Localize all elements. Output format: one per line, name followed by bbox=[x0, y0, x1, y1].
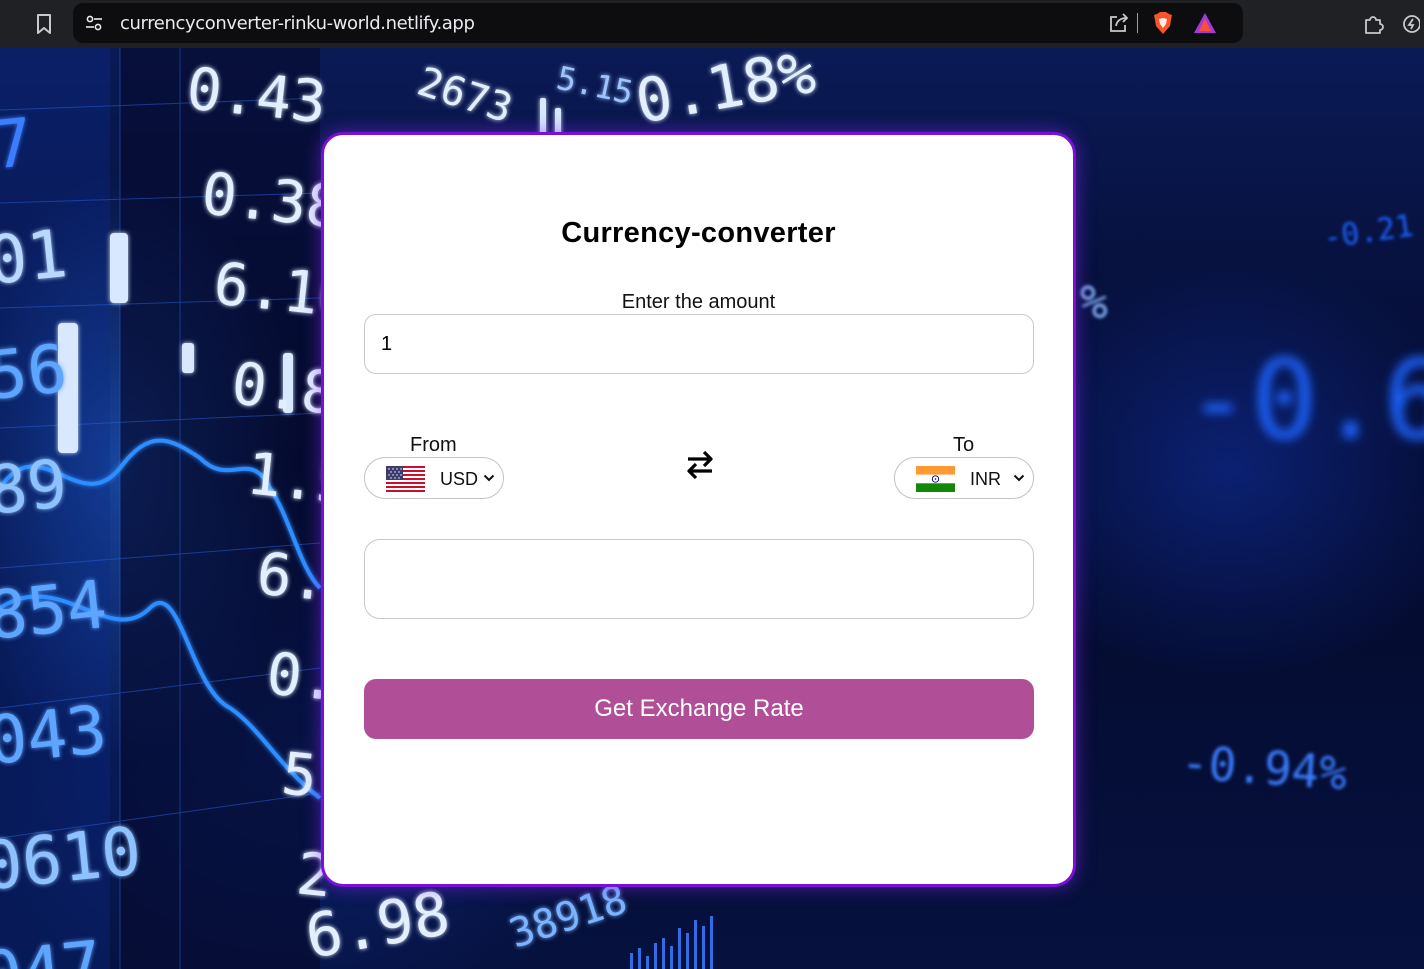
brave-rewards-icon[interactable] bbox=[1193, 12, 1217, 34]
converter-card: Currency-converter Enter the amount From… bbox=[321, 132, 1076, 887]
ticker-number: 38918 bbox=[504, 877, 633, 958]
ticker-number: 6. bbox=[254, 539, 331, 614]
extensions-icon[interactable] bbox=[1361, 12, 1385, 36]
volume-bars bbox=[630, 916, 713, 969]
swap-arrows-icon[interactable] bbox=[684, 448, 716, 482]
ticker-number: -0.21 bbox=[1321, 209, 1415, 256]
india-flag-icon bbox=[916, 466, 955, 492]
ticker-number: 01 bbox=[0, 215, 71, 300]
ticker-number: 56 bbox=[0, 330, 71, 415]
ticker-numbers-blurred: -0.21 % -0.6 -0.94% bbox=[1080, 209, 1424, 801]
speedreader-icon[interactable] bbox=[1400, 12, 1420, 36]
exchange-result-box bbox=[364, 539, 1034, 619]
amount-input[interactable] bbox=[364, 314, 1034, 374]
ticker-number: 2673 bbox=[412, 59, 518, 133]
brave-shields-icon[interactable] bbox=[1151, 11, 1175, 35]
to-currency-code: INR bbox=[970, 469, 1001, 489]
browser-toolbar: currencyconverter-rinku-world.netlify.ap… bbox=[0, 0, 1424, 48]
ticker-number: 89 bbox=[0, 445, 71, 530]
address-bar-divider bbox=[1137, 13, 1138, 33]
ticker-number: -0.6 bbox=[1185, 336, 1424, 464]
ticker-number: % bbox=[1080, 275, 1108, 329]
ticker-number: 5.15 bbox=[553, 59, 636, 112]
ticker-number: 0.18% bbox=[630, 48, 820, 138]
amount-label: Enter the amount bbox=[621, 291, 776, 313]
bookmark-icon[interactable] bbox=[34, 13, 54, 35]
ticker-number: 043 bbox=[0, 691, 110, 780]
us-flag-icon bbox=[386, 466, 425, 492]
ticker-number: 5 bbox=[279, 739, 321, 810]
chevron-down-icon bbox=[483, 474, 495, 482]
from-label: From bbox=[410, 434, 457, 456]
url-text[interactable]: currencyconverter-rinku-world.netlify.ap… bbox=[120, 13, 475, 34]
get-exchange-rate-button[interactable]: Get Exchange Rate bbox=[364, 679, 1034, 739]
share-icon[interactable] bbox=[1108, 12, 1130, 34]
page-title: Currency-converter bbox=[561, 217, 836, 249]
address-bar[interactable]: currencyconverter-rinku-world.netlify.ap… bbox=[73, 3, 1243, 43]
to-currency-select[interactable]: INR bbox=[894, 457, 1034, 499]
to-label: To bbox=[953, 434, 975, 456]
ticker-number: 0.43 bbox=[184, 54, 330, 136]
from-currency-select[interactable]: USD bbox=[364, 457, 504, 499]
ticker-number: 854 bbox=[0, 566, 110, 655]
chevron-down-icon bbox=[1013, 474, 1025, 482]
ticker-number: -0.94% bbox=[1179, 735, 1349, 800]
site-settings-icon[interactable] bbox=[84, 13, 104, 33]
from-currency-code: USD bbox=[440, 469, 479, 489]
